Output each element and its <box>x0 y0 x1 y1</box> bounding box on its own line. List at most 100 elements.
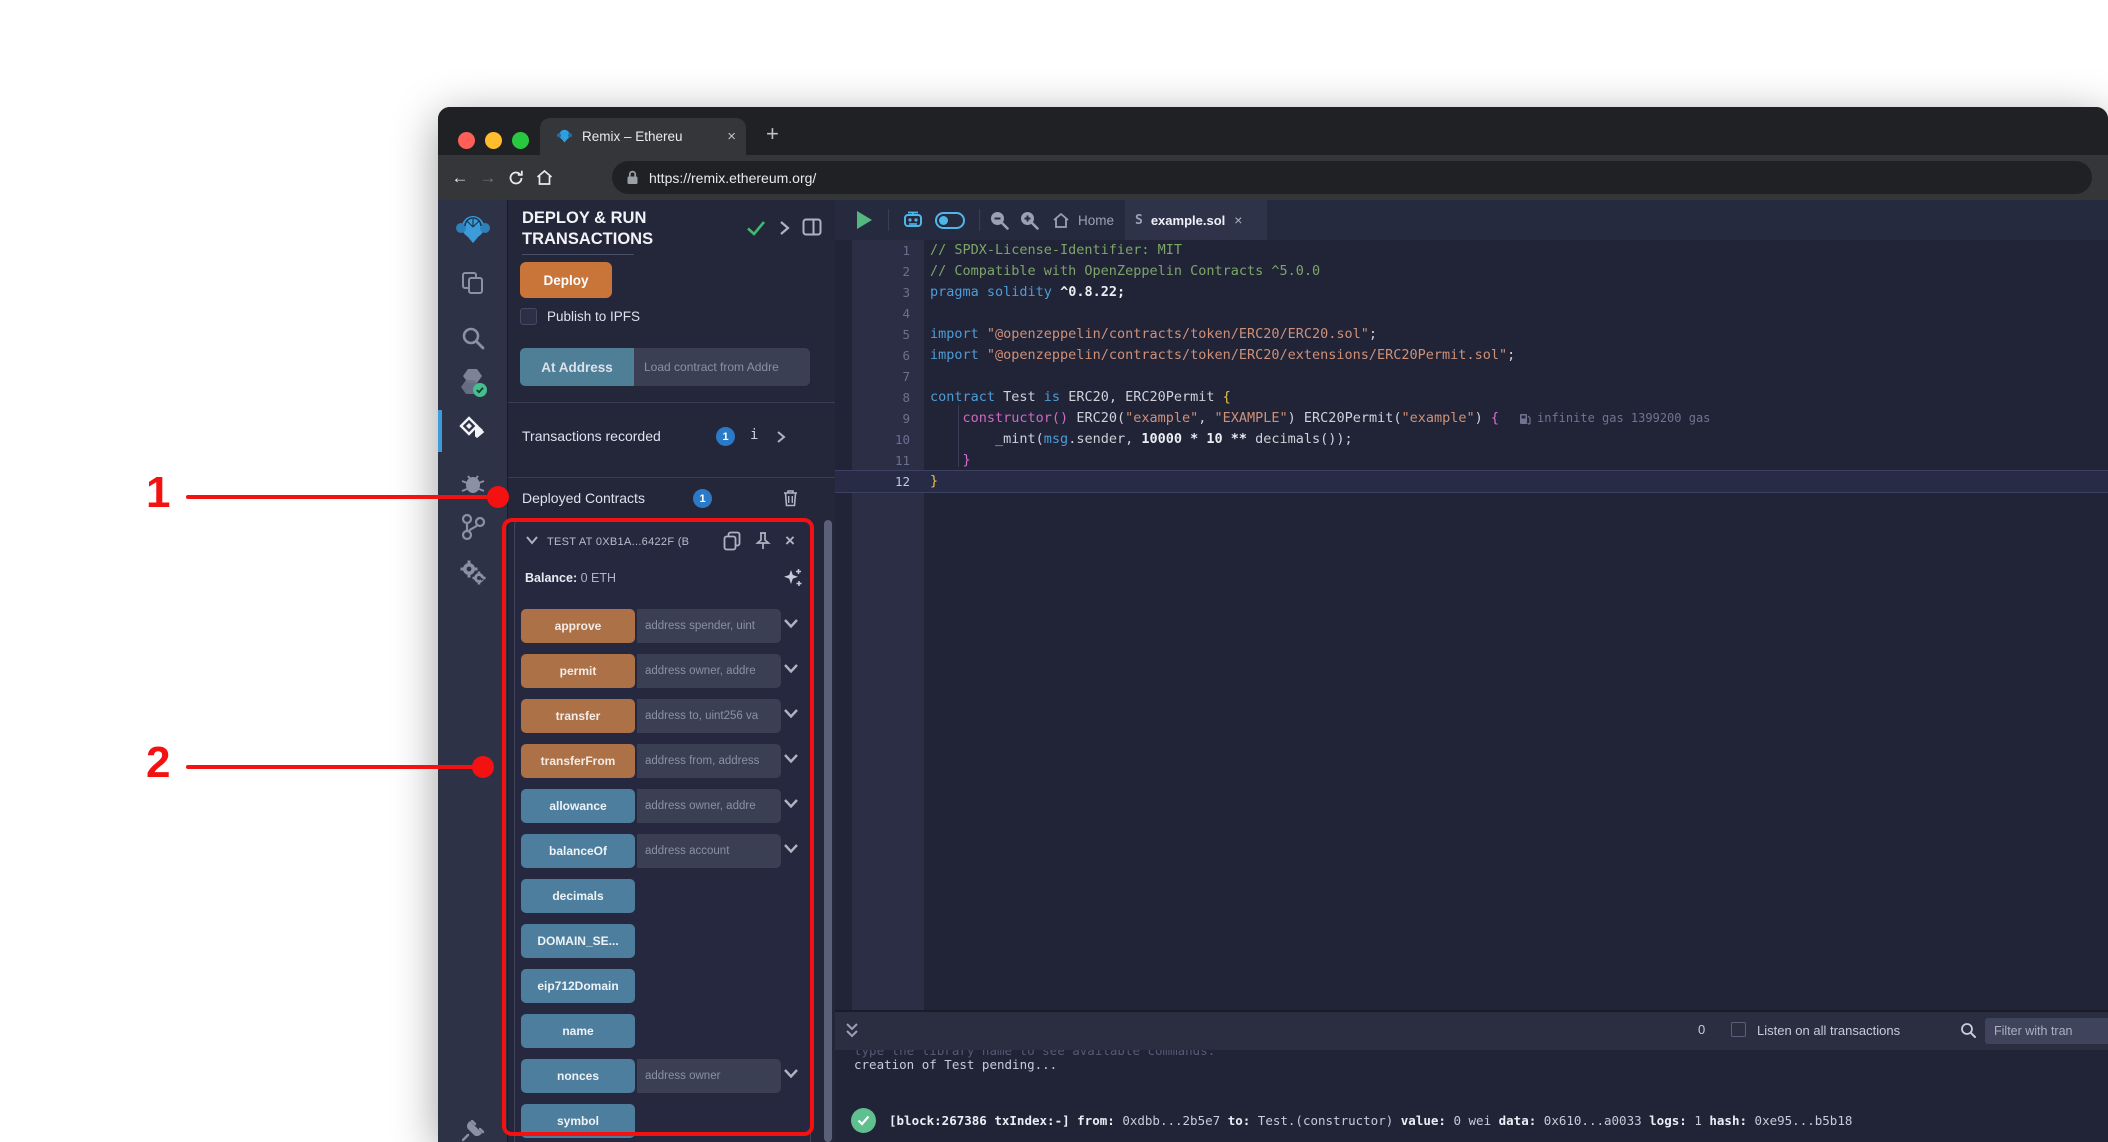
at-address-button[interactable]: At Address <box>520 348 634 386</box>
browser-tabstrip: Remix – Ethereu × + <box>438 107 2108 155</box>
terminal-filter-input[interactable]: Filter with tran <box>1985 1018 2108 1044</box>
info-icon[interactable]: i <box>750 427 758 443</box>
url-text: https://remix.ethereum.org/ <box>649 169 817 186</box>
annotation-rectangle <box>502 518 814 1136</box>
code-line-8: 8 contract Test is ERC20, ERC20Permit { <box>835 387 2108 408</box>
code-text: import "@openzeppelin/contracts/token/ER… <box>930 326 1378 342</box>
deploy-run-icon[interactable] <box>438 408 507 452</box>
panel-title: DEPLOY & RUN TRANSACTIONS <box>522 209 654 248</box>
code-line-4: 4 <box>835 303 2108 324</box>
annotation-line-1 <box>186 495 488 499</box>
code-line-11: 11 } <box>835 450 2108 471</box>
zoom-window-button[interactable] <box>512 132 529 149</box>
file-tab-close-icon[interactable]: × <box>1234 212 1242 228</box>
search-icon[interactable] <box>438 316 507 360</box>
line-number: 8 <box>902 390 910 405</box>
code-text: contract Test is ERC20, ERC20Permit { <box>930 389 1231 405</box>
code-line-10: 10 _mint(msg.sender, 10000 * 10 ** decim… <box>835 429 2108 450</box>
terminal-search-icon[interactable] <box>1960 1022 1977 1039</box>
run-script-play-icon[interactable] <box>857 211 872 229</box>
terminal: 0 Listen on all transactions Filter with… <box>835 1010 2108 1142</box>
tab-close-icon[interactable]: × <box>727 128 736 145</box>
transaction-count: 0 <box>1698 1022 1706 1037</box>
annotation-label-1: 1 <box>146 468 171 517</box>
title-underline <box>522 254 634 255</box>
line-number: 1 <box>902 243 910 258</box>
deployed-contracts-count-badge: 1 <box>693 489 712 508</box>
tx-success-check-icon <box>851 1108 876 1133</box>
browser-toolbar: ← → https://remix.ethereum.org/ <box>438 155 2108 200</box>
code-editor[interactable]: 1 // SPDX-License-Identifier: MIT 2 // Comp… <box>835 240 2108 1010</box>
code-text: // Compatible with OpenZeppelin Contract… <box>930 263 1321 279</box>
remix-favicon-icon <box>556 129 573 143</box>
copilot-toggle[interactable] <box>935 211 965 229</box>
reload-button[interactable] <box>502 169 530 187</box>
publish-ipfs-label: Publish to IPFS <box>547 309 641 324</box>
gas-estimate-hint: infinite gas 1399200 gas <box>1519 408 1710 429</box>
line-number: 3 <box>902 285 910 300</box>
plugin-manager-icon[interactable] <box>438 551 507 595</box>
deploy-button[interactable]: Deploy <box>520 262 612 298</box>
code-line-1: 1 // SPDX-License-Identifier: MIT <box>835 240 2108 261</box>
transactions-recorded-row[interactable]: Transactions recorded 1 i <box>508 426 836 448</box>
code-line-2: 2 // Compatible with OpenZeppelin Contrac… <box>835 261 2108 282</box>
terminal-pending-line: creation of Test pending... <box>854 1057 1058 1072</box>
at-address-row: At Address Load contract from Addre <box>520 348 810 386</box>
browser-tab[interactable]: Remix – Ethereu × <box>540 118 746 155</box>
file-tab-example-sol[interactable]: S example.sol × <box>1125 200 1267 240</box>
at-address-input[interactable]: Load contract from Addre <box>634 348 810 386</box>
pin-panel-icon[interactable] <box>802 218 822 236</box>
line-number: 2 <box>902 264 910 279</box>
plug-icon[interactable] <box>438 1108 507 1142</box>
new-tab-button[interactable]: + <box>766 123 779 145</box>
file-tab-label: example.sol <box>1150 212 1226 228</box>
code-line-7: 7 <box>835 366 2108 387</box>
back-button[interactable]: ← <box>446 168 474 188</box>
url-bar[interactable]: https://remix.ethereum.org/ <box>612 161 2092 194</box>
panel-scrollbar[interactable] <box>824 520 832 1142</box>
forward-button[interactable]: → <box>474 168 502 188</box>
line-number: 10 <box>894 432 910 447</box>
file-explorer-icon[interactable] <box>438 261 507 305</box>
code-line-5: 5 import "@openzeppelin/contracts/token/E… <box>835 324 2108 345</box>
home-button[interactable] <box>530 169 558 187</box>
publish-ipfs-checkbox[interactable] <box>520 308 537 325</box>
lock-icon <box>627 170 638 184</box>
ai-assistant-robot-icon[interactable] <box>901 209 925 231</box>
terminal-output[interactable]: type the library name to see available c… <box>835 1050 2108 1142</box>
remix-logo-icon[interactable] <box>438 208 507 252</box>
home-tab[interactable]: Home <box>1052 212 1114 229</box>
remix-icon-bar <box>438 200 507 1142</box>
deployed-contracts-row: Deployed Contracts 1 <box>508 487 836 511</box>
code-text: } <box>930 473 939 489</box>
trash-icon[interactable] <box>782 488 799 507</box>
listen-all-label: Listen on all transactions <box>1757 1023 1901 1038</box>
panel-expand-chevron-icon[interactable] <box>778 220 790 236</box>
indent-guide <box>958 405 959 467</box>
line-number: 4 <box>902 306 910 321</box>
line-number: 5 <box>902 327 910 342</box>
transactions-recorded-label: Transactions recorded <box>522 428 661 444</box>
line-number: 12 <box>894 474 910 489</box>
code-text: pragma solidity ^0.8.22; <box>930 284 1126 300</box>
zoom-out-icon[interactable] <box>988 209 1010 231</box>
compile-success-check-icon <box>747 221 765 236</box>
zoom-in-icon[interactable] <box>1018 209 1040 231</box>
solidity-file-icon: S <box>1135 212 1143 228</box>
code-line-3: 3 pragma solidity ^0.8.22; <box>835 282 2108 303</box>
line-number: 7 <box>902 369 910 384</box>
code-text: import "@openzeppelin/contracts/token/ER… <box>930 347 1516 363</box>
close-window-button[interactable] <box>458 132 475 149</box>
code-line-6: 6 import "@openzeppelin/contracts/token/E… <box>835 345 2108 366</box>
listen-all-checkbox[interactable] <box>1731 1022 1746 1037</box>
solidity-compiler-icon[interactable] <box>438 360 507 404</box>
collapse-terminal-icon[interactable] <box>844 1022 860 1040</box>
transactions-expand-chevron-icon[interactable] <box>776 430 786 444</box>
terminal-bar[interactable]: 0 Listen on all transactions Filter with… <box>835 1012 2108 1050</box>
terminal-log-text[interactable]: [block:267386 txIndex:-] from: 0xdbb...2… <box>889 1113 1852 1128</box>
home-icon <box>1053 212 1069 228</box>
code-line-12: 12} <box>835 470 2108 493</box>
editor-column: Home S example.sol × 1 // SPDX-License-Id… <box>835 200 2108 1142</box>
minimize-window-button[interactable] <box>485 132 502 149</box>
git-icon[interactable] <box>438 505 507 549</box>
